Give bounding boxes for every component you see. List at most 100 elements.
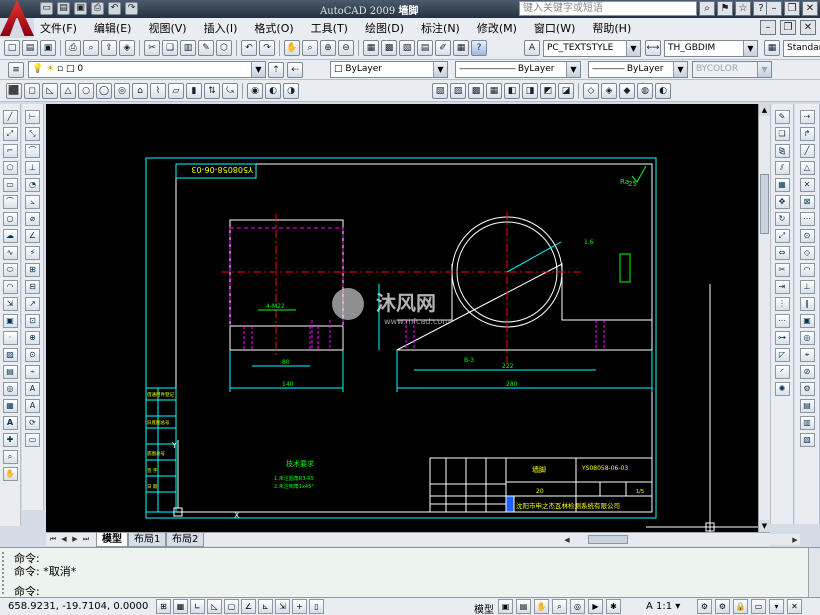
- snap-nearest-icon[interactable]: ⌖: [799, 348, 815, 362]
- dim-style-select[interactable]: TH_GBDIM ▼: [664, 40, 758, 57]
- undo-icon[interactable]: ↶: [241, 40, 257, 56]
- help-icon[interactable]: ?: [471, 40, 487, 56]
- menu-format[interactable]: 格式(O): [248, 20, 304, 36]
- 3d-dwf-icon[interactable]: ◈: [119, 40, 135, 56]
- linetype-select[interactable]: ——————— ByLayer ▼: [455, 61, 581, 78]
- revision-cloud-icon[interactable]: ☁: [2, 229, 18, 243]
- menu-help[interactable]: 帮助(H): [586, 20, 642, 36]
- pan-icon[interactable]: ✋: [284, 40, 300, 56]
- lineweight-select[interactable]: ———— ByLayer ▼: [588, 61, 688, 78]
- workspace-switch-icon[interactable]: ⚙: [715, 599, 730, 614]
- copy-icon[interactable]: ❏: [162, 40, 178, 56]
- make-current-layer-icon[interactable]: ⇡: [268, 62, 284, 78]
- trim-icon[interactable]: ✂: [774, 263, 790, 277]
- restore-icon[interactable]: ❐: [784, 1, 800, 16]
- table-style-select[interactable]: Standar: [783, 40, 820, 57]
- arc-icon[interactable]: ⌒: [2, 195, 18, 209]
- last-tab-icon[interactable]: ⏭: [81, 534, 91, 545]
- visual-style-conceptual-icon[interactable]: ◍: [637, 83, 653, 99]
- snap-center-icon[interactable]: ⊙: [799, 229, 815, 243]
- menu-window[interactable]: 窗口(W): [528, 20, 586, 36]
- inspection-icon[interactable]: ⊙: [25, 348, 40, 362]
- auto-scale-icon[interactable]: ⚙: [697, 599, 712, 614]
- polar-tracking-icon[interactable]: ◺: [207, 599, 222, 614]
- text-style-select[interactable]: PC_TEXTSTYLE ▼: [543, 40, 641, 57]
- planar-surface-icon[interactable]: ▱: [168, 83, 184, 99]
- angular-dim-icon[interactable]: ∠: [25, 229, 40, 243]
- pyramid-icon[interactable]: ⌂: [132, 83, 148, 99]
- visual-style-hidden-icon[interactable]: ◈: [601, 83, 617, 99]
- object-snap-tracking-icon[interactable]: ∠: [241, 599, 256, 614]
- snap-apparent-icon[interactable]: ⊠: [799, 195, 815, 209]
- cut-icon[interactable]: ✂: [144, 40, 160, 56]
- publish-icon[interactable]: ⇪: [101, 40, 117, 56]
- plot-icon[interactable]: ⎙: [65, 40, 81, 56]
- visual-style-manager-icon[interactable]: ◐: [655, 83, 671, 99]
- scroll-down-icon[interactable]: ▼: [759, 520, 770, 532]
- snap-quadrant-icon[interactable]: ◇: [799, 246, 815, 260]
- extrude-icon[interactable]: ▮: [186, 83, 202, 99]
- jogged-linear-icon[interactable]: ⌁: [25, 365, 40, 379]
- showmotion-icon[interactable]: ▶: [588, 599, 603, 614]
- jogged-dim-icon[interactable]: ⦣: [25, 195, 40, 209]
- circle-icon[interactable]: ○: [2, 212, 18, 226]
- communication-center-icon[interactable]: ⚑: [717, 1, 733, 16]
- region-icon[interactable]: ◎: [2, 382, 18, 396]
- dim-text-edit-icon[interactable]: A: [25, 399, 40, 413]
- scale-icon[interactable]: ⤢: [774, 229, 790, 243]
- line-icon[interactable]: ╱: [2, 110, 18, 124]
- doc-minimize-icon[interactable]: –: [760, 20, 776, 35]
- save-icon[interactable]: ▣: [40, 40, 56, 56]
- visual-style-realistic-icon[interactable]: ◆: [619, 83, 635, 99]
- ellipse-icon[interactable]: ⬭: [2, 263, 18, 277]
- linear-dim-icon[interactable]: ⊢: [25, 110, 40, 124]
- move-icon[interactable]: ✥: [774, 195, 790, 209]
- array-icon[interactable]: ▦: [774, 178, 790, 192]
- ortho-mode-icon[interactable]: ∟: [190, 599, 205, 614]
- menu-dimension[interactable]: 标注(N): [415, 20, 471, 36]
- ordinate-icon[interactable]: ⊥: [25, 161, 40, 175]
- zoom-window-icon[interactable]: ⊕: [320, 40, 336, 56]
- radius-dim-icon[interactable]: ◔: [25, 178, 40, 192]
- next-tab-icon[interactable]: ▶: [70, 534, 80, 545]
- construction-line-icon[interactable]: ⤢: [2, 127, 18, 141]
- open-folder-icon[interactable]: ▤: [57, 2, 70, 15]
- dim-style-manager-icon[interactable]: ▭: [25, 433, 40, 447]
- paste-icon[interactable]: ▥: [180, 40, 196, 56]
- table-style-icon[interactable]: ▦: [764, 40, 780, 56]
- spline-icon[interactable]: ∿: [2, 246, 18, 260]
- redo-icon[interactable]: ↷: [259, 40, 275, 56]
- sweep-icon[interactable]: ⤿: [222, 83, 238, 99]
- make-block-icon[interactable]: ▣: [2, 314, 18, 328]
- search-icon[interactable]: ⌕: [699, 1, 715, 16]
- rectangle-icon[interactable]: ▭: [2, 178, 18, 192]
- model-space-label[interactable]: 模型: [474, 601, 494, 615]
- horizontal-scrollbar[interactable]: ◀ ▶: [562, 534, 800, 545]
- match-properties-icon[interactable]: ✎: [198, 40, 214, 56]
- quick-properties-icon[interactable]: ▯: [309, 599, 324, 614]
- snap-parallel-icon[interactable]: ∥: [799, 297, 815, 311]
- snap-from-icon[interactable]: ↱: [799, 127, 815, 141]
- join-icon[interactable]: ⊶: [774, 331, 790, 345]
- properties-icon[interactable]: ▦: [363, 40, 379, 56]
- print-icon[interactable]: ⎙: [91, 2, 104, 15]
- torus-icon[interactable]: ◎: [114, 83, 130, 99]
- prev-tab-icon[interactable]: ◀: [59, 534, 69, 545]
- quick-leader-icon[interactable]: ↗: [25, 297, 40, 311]
- menu-view[interactable]: 视图(V): [142, 20, 197, 36]
- 3d-align-icon[interactable]: ▩: [468, 83, 484, 99]
- helix-icon[interactable]: ⌇: [150, 83, 166, 99]
- first-tab-icon[interactable]: ⏮: [48, 534, 58, 545]
- stretch-icon[interactable]: ⇔: [774, 246, 790, 260]
- layer-state-icon[interactable]: ▤: [799, 399, 815, 413]
- break-at-point-icon[interactable]: ⋮: [774, 297, 790, 311]
- horizontal-scroll-thumb[interactable]: [588, 535, 628, 544]
- menu-tools[interactable]: 工具(T): [305, 20, 359, 36]
- minimize-icon[interactable]: –: [766, 1, 782, 16]
- doc-close-icon[interactable]: ✕: [800, 20, 816, 35]
- undo-icon[interactable]: ↶: [108, 2, 121, 15]
- ellipse-arc-icon[interactable]: ◠: [2, 280, 18, 294]
- steering-wheel-icon[interactable]: ◎: [570, 599, 585, 614]
- menu-edit[interactable]: 编辑(E): [88, 20, 143, 36]
- snap-tangent-icon[interactable]: ◠: [799, 263, 815, 277]
